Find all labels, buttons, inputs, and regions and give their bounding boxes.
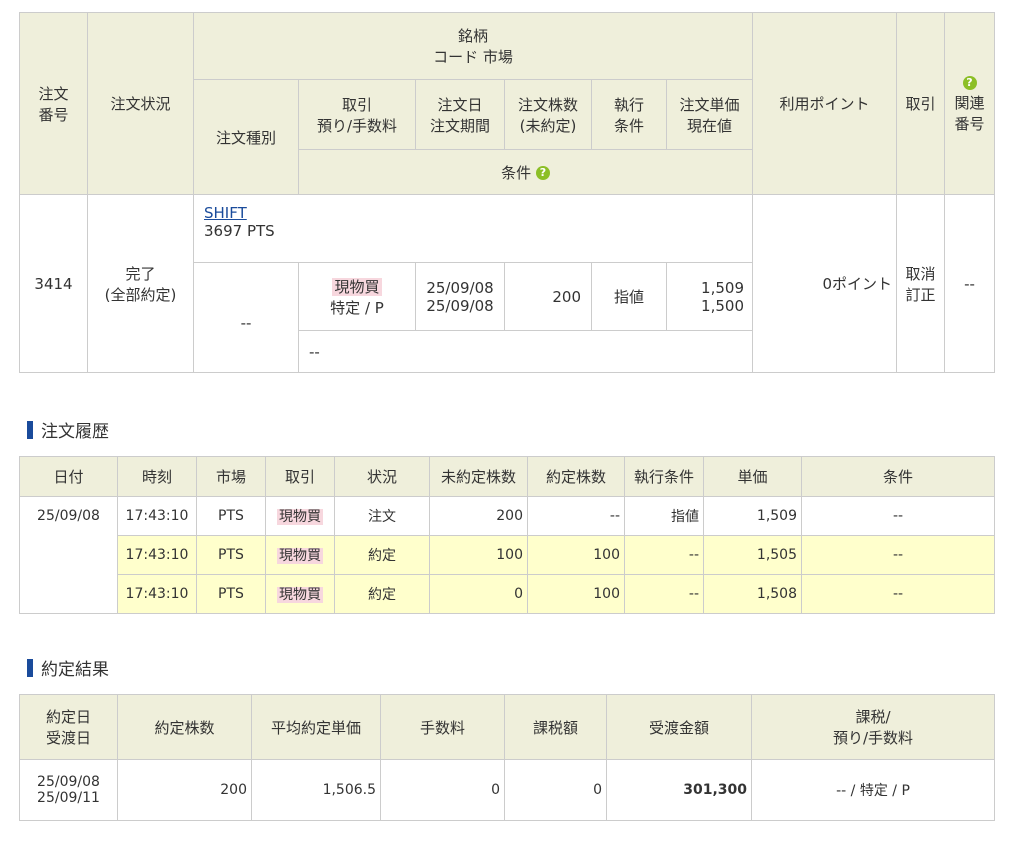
- shares-value: 200: [504, 262, 592, 331]
- trade-cell: 現物買 特定 / P: [298, 262, 416, 331]
- hist-date: 25/09/08: [19, 496, 118, 614]
- hist-exec: --: [624, 574, 704, 614]
- condition-value: --: [298, 330, 753, 373]
- order-type: --: [193, 262, 299, 373]
- trade-tag: 現物買: [332, 277, 382, 296]
- hist-market: PTS: [196, 496, 266, 536]
- col-order-date: 注文日 注文期間: [415, 79, 505, 150]
- col-condition: 条件 ?: [298, 149, 753, 195]
- table-row: 25/09/08 17:43:10 PTS 現物買 注文 200 -- 指値 1…: [19, 496, 995, 614]
- res-amount: 301,300: [606, 759, 752, 821]
- brand-cell: SHIFT 3697 PTS: [193, 194, 753, 263]
- res-avg: 1,506.5: [251, 759, 381, 821]
- section-bar-icon: [27, 658, 33, 677]
- res-col-avg: 平均約定単価: [251, 694, 381, 760]
- hist-col-trade: 取引: [265, 456, 335, 497]
- hist-price: 1,505: [703, 535, 802, 575]
- hist-unfilled: 100: [429, 535, 528, 575]
- section-bar-icon: [27, 420, 33, 439]
- history-heading: 注文履歴: [27, 417, 109, 442]
- hist-status: 約定: [334, 574, 430, 614]
- hist-col-date: 日付: [19, 456, 118, 497]
- hist-market: PTS: [196, 535, 266, 575]
- hist-col-status: 状況: [334, 456, 430, 497]
- col-order-type: 注文種別: [193, 79, 299, 195]
- hist-col-price: 単価: [703, 456, 802, 497]
- res-col-dates: 約定日 受渡日: [19, 694, 118, 760]
- col-brand: 銘柄 コード 市場: [193, 12, 753, 80]
- related-value: --: [944, 194, 995, 373]
- order-date-cell: 25/09/08 25/09/08: [415, 262, 505, 331]
- hist-trade: 現物買: [265, 574, 335, 614]
- hist-status: 約定: [334, 535, 430, 575]
- result-table: 約定日 受渡日 約定株数 平均約定単価 手数料 課税額 受渡金額 課税/預り/手数…: [19, 694, 995, 821]
- brand-code: 3697 PTS: [204, 222, 275, 240]
- hist-filled: --: [527, 496, 625, 536]
- history-table: 日付 時刻 市場 取引 状況 未約定株数 約定株数 執行条件 単価 条件 25/…: [19, 456, 995, 614]
- help-icon[interactable]: ?: [535, 166, 550, 180]
- hist-col-cond: 条件: [801, 456, 995, 497]
- hist-cond: --: [801, 496, 995, 536]
- hist-cond: --: [801, 574, 995, 614]
- hist-col-market: 市場: [196, 456, 266, 497]
- hist-time: 17:43:10: [117, 496, 197, 536]
- order-table: 注文 番号 注文状況 銘柄 コード 市場 利用ポイント 取引 ? 関連 番号 注文種別…: [19, 12, 995, 373]
- hist-unfilled: 200: [429, 496, 528, 536]
- res-tax-type: -- / 特定 / P: [751, 759, 995, 821]
- hist-unfilled: 0: [429, 574, 528, 614]
- table-row: 17:43:10 PTS 現物買 約定 0 100 -- 1,508 --: [20, 574, 995, 614]
- hist-trade: 現物買: [265, 496, 335, 536]
- cancel-link[interactable]: 取消: [905, 265, 935, 283]
- col-order-no: 注文 番号: [19, 12, 88, 195]
- res-fee: 0: [380, 759, 505, 821]
- hist-col-exec: 執行条件: [624, 456, 704, 497]
- hist-price: 1,509: [703, 496, 802, 536]
- res-col-shares: 約定株数: [117, 694, 252, 760]
- table-row: 17:43:10 PTS 現物買 約定 100 100 -- 1,505 --: [20, 535, 995, 575]
- res-col-fee: 手数料: [380, 694, 505, 760]
- col-shares: 注文株数 (未約定): [504, 79, 592, 150]
- col-exec-cond: 執行 条件: [591, 79, 667, 150]
- hist-market: PTS: [196, 574, 266, 614]
- order-no: 3414: [19, 194, 88, 373]
- col-price: 注文単価 現在値: [666, 79, 753, 150]
- res-col-tax-type: 課税/預り/手数料: [751, 694, 995, 760]
- exec-cond-value: 指値: [591, 262, 667, 331]
- res-dates: 25/09/08 25/09/11: [19, 759, 118, 821]
- col-trade: 取引 預り/手数料: [298, 79, 416, 150]
- hist-exec: 指値: [624, 496, 704, 536]
- col-related: ? 関連 番号: [944, 12, 995, 195]
- order-status: 完了 (全部約定): [87, 194, 194, 373]
- hist-exec: --: [624, 535, 704, 575]
- hist-col-unfilled: 未約定株数: [429, 456, 528, 497]
- brand-link[interactable]: SHIFT: [204, 204, 247, 222]
- action-cell: 取消 訂正: [896, 194, 945, 373]
- res-tax: 0: [504, 759, 607, 821]
- res-col-tax: 課税額: [504, 694, 607, 760]
- hist-trade: 現物買: [265, 535, 335, 575]
- hist-time: 17:43:10: [117, 574, 197, 614]
- hist-col-filled: 約定株数: [527, 456, 625, 497]
- table-row: 25/09/08 25/09/11 200 1,506.5 0 0 301,300…: [19, 759, 995, 821]
- hist-col-time: 時刻: [117, 456, 197, 497]
- result-heading: 約定結果: [27, 655, 109, 680]
- hist-price: 1,508: [703, 574, 802, 614]
- hist-time: 17:43:10: [117, 535, 197, 575]
- price-cell: 1,509 1,500: [666, 262, 753, 331]
- res-col-amount: 受渡金額: [606, 694, 752, 760]
- hist-filled: 100: [527, 535, 625, 575]
- modify-link[interactable]: 訂正: [905, 286, 935, 304]
- help-icon[interactable]: ?: [962, 76, 977, 90]
- col-points: 利用ポイント: [752, 12, 897, 195]
- points-value: 0ポイント: [752, 194, 897, 373]
- hist-status: 注文: [334, 496, 430, 536]
- hist-filled: 100: [527, 574, 625, 614]
- col-status: 注文状況: [87, 12, 194, 195]
- res-shares: 200: [117, 759, 252, 821]
- col-action: 取引: [896, 12, 945, 195]
- hist-cond: --: [801, 535, 995, 575]
